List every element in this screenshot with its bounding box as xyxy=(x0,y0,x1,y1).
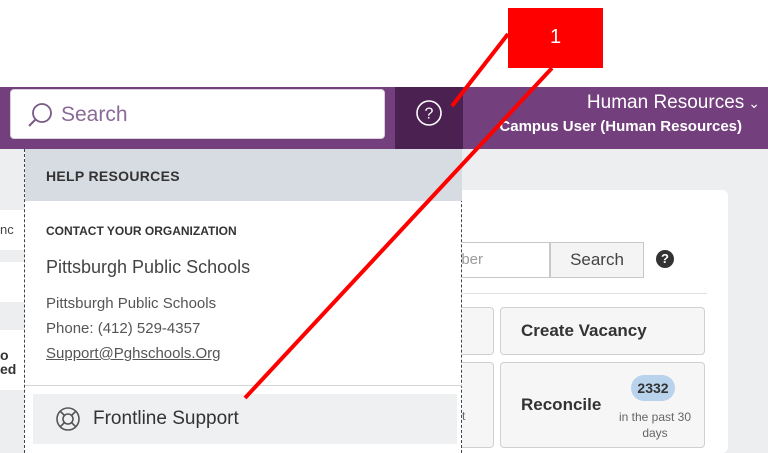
reconcile-label: Reconcile xyxy=(521,395,602,414)
card-divider xyxy=(462,293,707,294)
left-panel-fragment-3[interactable]: o ed xyxy=(0,330,24,390)
chevron-down-icon: ⌄ xyxy=(748,95,760,111)
global-search-input[interactable]: Search xyxy=(10,89,385,139)
left-panel-fragment-2 xyxy=(0,262,24,302)
help-resources-header: HELP RESOURCES xyxy=(25,149,462,201)
search-placeholder: Search xyxy=(61,103,128,126)
callout-badge: 1 xyxy=(508,8,603,68)
organization-name: Human Resources xyxy=(586,92,745,113)
contact-phone: Phone: (412) 529-4357 xyxy=(46,320,201,337)
reconcile-count-badge: 2332 xyxy=(631,375,675,401)
frontline-support-label: Frontline Support xyxy=(93,408,239,429)
lifebuoy-icon xyxy=(56,407,80,431)
question-circle-icon[interactable]: ? xyxy=(414,98,444,128)
reconcile-button[interactable]: Reconcile 2332 in the past 30 days xyxy=(500,362,705,448)
contact-organization-name: Pittsburgh Public Schools xyxy=(46,257,251,277)
left-fragment-text-2: o ed xyxy=(0,347,17,377)
number-search-button[interactable]: Search xyxy=(550,242,644,278)
contact-email-link[interactable]: Support@Pghschools.Org xyxy=(46,345,221,362)
help-resources-dropdown: HELP RESOURCES CONTACT YOUR ORGANIZATION… xyxy=(24,149,462,453)
reconcile-subtext: in the past 30 days xyxy=(618,410,692,440)
help-resources-title: HELP RESOURCES xyxy=(46,168,180,184)
frontline-support-link[interactable]: Frontline Support xyxy=(33,394,457,444)
left-fragment-text: nc xyxy=(0,222,14,237)
question-icon[interactable]: ? xyxy=(656,250,674,268)
organization-selector[interactable]: Human Resources ⌄ xyxy=(587,92,760,114)
user-role-label: Campus User (Human Resources) xyxy=(499,118,742,135)
search-icon xyxy=(28,103,52,127)
panel-divider xyxy=(25,385,462,386)
contact-address-line: Pittsburgh Public Schools xyxy=(46,295,217,312)
callout-number: 1 xyxy=(549,26,562,48)
svg-text:?: ? xyxy=(425,106,434,123)
left-panel-fragment: nc xyxy=(0,210,24,250)
contact-section-title: CONTACT YOUR ORGANIZATION xyxy=(46,224,237,238)
create-vacancy-button[interactable]: Create Vacancy xyxy=(500,307,705,355)
screenshot-stage: nc o ed nber Search ? Create Vacancy xt … xyxy=(0,0,768,453)
